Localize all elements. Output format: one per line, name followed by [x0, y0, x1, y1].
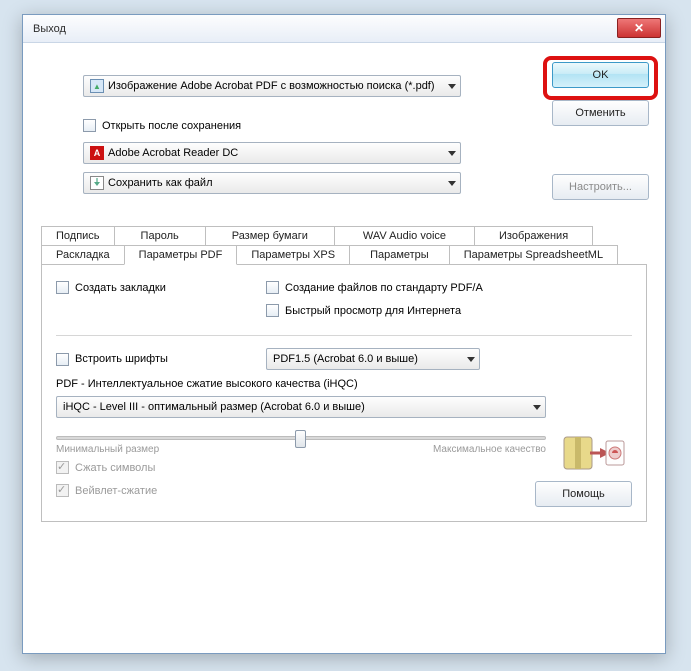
separator: [56, 335, 632, 336]
help-button[interactable]: Помощь: [535, 481, 632, 507]
wavelet-label: Вейвлет-сжатие: [75, 485, 157, 497]
compression-icon: [562, 429, 628, 477]
chevron-down-icon: [533, 405, 541, 410]
chevron-down-icon: [448, 151, 456, 156]
pdf-image-icon: ▲: [90, 79, 104, 93]
tab-spreadsheetml[interactable]: Параметры SpreadsheetML: [449, 245, 618, 265]
tab-row-1: Подпись Пароль Размер бумаги WAV Audio v…: [41, 226, 647, 245]
save-file-icon: [90, 176, 104, 190]
ihqc-level-combo[interactable]: iHQC - Level III - оптимальный размер (A…: [56, 396, 546, 418]
close-button[interactable]: ✕: [617, 18, 661, 38]
ihqc-level-text: iHQC - Level III - оптимальный размер (A…: [63, 401, 365, 413]
configure-button: Настроить...: [552, 174, 649, 200]
fast-web-label: Быстрый просмотр для Интернета: [285, 305, 461, 317]
chevron-down-icon: [448, 84, 456, 89]
compress-symbols-label: Сжать символы: [75, 462, 155, 474]
pdfa-label: Создание файлов по стандарту PDF/A: [285, 282, 483, 294]
save-mode-combo[interactable]: Сохранить как файл: [83, 172, 461, 194]
acrobat-reader-icon: A: [90, 146, 104, 160]
slider-track: [56, 436, 546, 440]
reader-app-combo[interactable]: A Adobe Acrobat Reader DC: [83, 142, 461, 164]
embed-fonts-label: Встроить шрифты: [75, 353, 168, 365]
ihqc-label: PDF - Интеллектуальное сжатие высокого к…: [56, 378, 632, 390]
tab-row-2: Раскладка Параметры PDF Параметры XPS Па…: [41, 245, 647, 265]
tab-password[interactable]: Пароль: [114, 226, 206, 245]
slider-min-label: Минимальный размер: [56, 444, 159, 455]
open-after-save-checkbox[interactable]: [83, 119, 96, 132]
wavelet-checkbox: [56, 484, 69, 497]
dialog-action-buttons: OK Отменить Настроить...: [552, 62, 649, 200]
tab-paper-size[interactable]: Размер бумаги: [205, 226, 335, 245]
quality-slider[interactable]: Минимальный размер Максимальное качество: [56, 436, 632, 455]
chevron-down-icon: [448, 181, 456, 186]
tab-wav-audio[interactable]: WAV Audio voice: [334, 226, 475, 245]
output-format-combo[interactable]: ▲ Изображение Adobe Acrobat PDF с возмож…: [83, 75, 461, 97]
tab-signature[interactable]: Подпись: [41, 226, 115, 245]
create-bookmarks-checkbox[interactable]: [56, 281, 69, 294]
window-title: Выход: [33, 23, 66, 35]
tab-xps-params[interactable]: Параметры XPS: [236, 245, 350, 265]
pdf-params-panel: Создать закладки Создание файлов по стан…: [41, 264, 647, 522]
pdf-version-combo[interactable]: PDF1.5 (Acrobat 6.0 и выше): [266, 348, 480, 370]
tabs-container: Подпись Пароль Размер бумаги WAV Audio v…: [41, 226, 647, 522]
ok-button[interactable]: OK: [552, 62, 649, 88]
embed-fonts-checkbox[interactable]: [56, 353, 69, 366]
output-settings-group: ▲ Изображение Adobe Acrobat PDF с возмож…: [83, 75, 503, 194]
slider-max-label: Максимальное качество: [433, 444, 546, 455]
pdf-version-text: PDF1.5 (Acrobat 6.0 и выше): [273, 353, 418, 365]
slider-thumb[interactable]: [295, 430, 306, 448]
tab-images[interactable]: Изображения: [474, 226, 593, 245]
chevron-down-icon: [467, 357, 475, 362]
output-format-text: Изображение Adobe Acrobat PDF с возможно…: [108, 80, 435, 92]
open-after-save-label: Открыть после сохранения: [102, 120, 241, 132]
tab-params[interactable]: Параметры: [349, 245, 450, 265]
tab-pdf-params[interactable]: Параметры PDF: [124, 245, 238, 265]
fast-web-checkbox[interactable]: [266, 304, 279, 317]
cancel-button[interactable]: Отменить: [552, 100, 649, 126]
titlebar: Выход ✕: [23, 15, 665, 43]
pdfa-checkbox[interactable]: [266, 281, 279, 294]
save-mode-text: Сохранить как файл: [108, 177, 213, 189]
reader-app-text: Adobe Acrobat Reader DC: [108, 147, 238, 159]
tab-layout[interactable]: Раскладка: [41, 245, 125, 265]
compress-symbols-checkbox: [56, 461, 69, 474]
create-bookmarks-label: Создать закладки: [75, 282, 166, 294]
